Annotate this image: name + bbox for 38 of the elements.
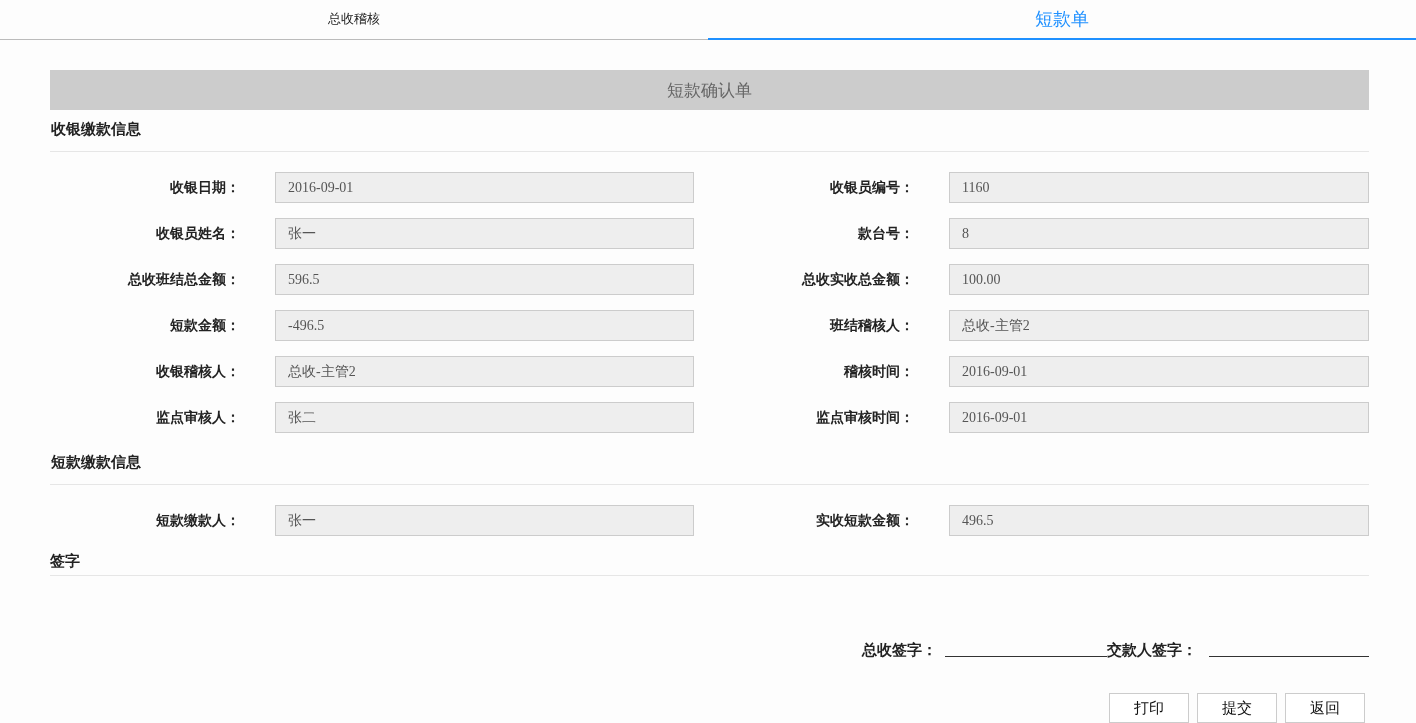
input-field[interactable]: 总收-主管2 bbox=[949, 310, 1369, 341]
field-label: 总收班结总金额： bbox=[126, 270, 241, 289]
field-label: 班结稽核人： bbox=[828, 316, 915, 335]
input-field[interactable]: -496.5 bbox=[275, 310, 694, 341]
input-field[interactable]: 张一 bbox=[275, 218, 694, 249]
section-heading: 签字 bbox=[50, 546, 1369, 576]
field-label: 收银稽核人： bbox=[155, 362, 241, 381]
action-button[interactable]: 提交 bbox=[1197, 693, 1277, 723]
field-label: 款台号： bbox=[857, 224, 915, 243]
input-field[interactable]: 总收-主管2 bbox=[275, 356, 694, 387]
action-button[interactable]: 返回 bbox=[1285, 693, 1365, 723]
signature-label: 交款人签字： bbox=[1107, 641, 1197, 660]
field-label: 稽核时间： bbox=[842, 362, 915, 381]
field-label: 监点审核时间： bbox=[815, 408, 915, 427]
input-field[interactable]: 100.00 bbox=[949, 264, 1369, 295]
action-button[interactable]: 打印 bbox=[1109, 693, 1189, 723]
field-label: 短款金额： bbox=[169, 316, 241, 335]
field-label: 收银日期： bbox=[169, 178, 241, 197]
field-label: 实收短款金额： bbox=[815, 511, 915, 530]
field-label: 收银员姓名： bbox=[155, 224, 241, 243]
field-label: 收银员编号： bbox=[829, 178, 915, 197]
field-label: 总收实收总金额： bbox=[800, 270, 915, 289]
section-heading: 收银缴款信息 bbox=[50, 110, 1369, 152]
input-field[interactable]: 2016-09-01 bbox=[949, 356, 1369, 387]
input-field[interactable]: 596.5 bbox=[275, 264, 694, 295]
tab[interactable]: 总收稽核 bbox=[0, 0, 708, 40]
field-label: 监点审核人： bbox=[155, 408, 241, 427]
input-field[interactable]: 2016-09-01 bbox=[949, 402, 1369, 433]
input-field[interactable]: 张一 bbox=[275, 505, 694, 536]
section-heading: 短款缴款信息 bbox=[50, 443, 1369, 485]
form-title: 短款确认单 bbox=[50, 70, 1369, 110]
input-field[interactable]: 8 bbox=[949, 218, 1369, 249]
field-label: 短款缴款人： bbox=[155, 511, 241, 530]
input-field[interactable]: 张二 bbox=[275, 402, 694, 433]
signature-label: 总收签字： bbox=[862, 641, 937, 660]
input-field[interactable]: 2016-09-01 bbox=[275, 172, 694, 203]
input-field[interactable]: 496.5 bbox=[949, 505, 1369, 536]
input-field[interactable]: 1160 bbox=[949, 172, 1369, 203]
